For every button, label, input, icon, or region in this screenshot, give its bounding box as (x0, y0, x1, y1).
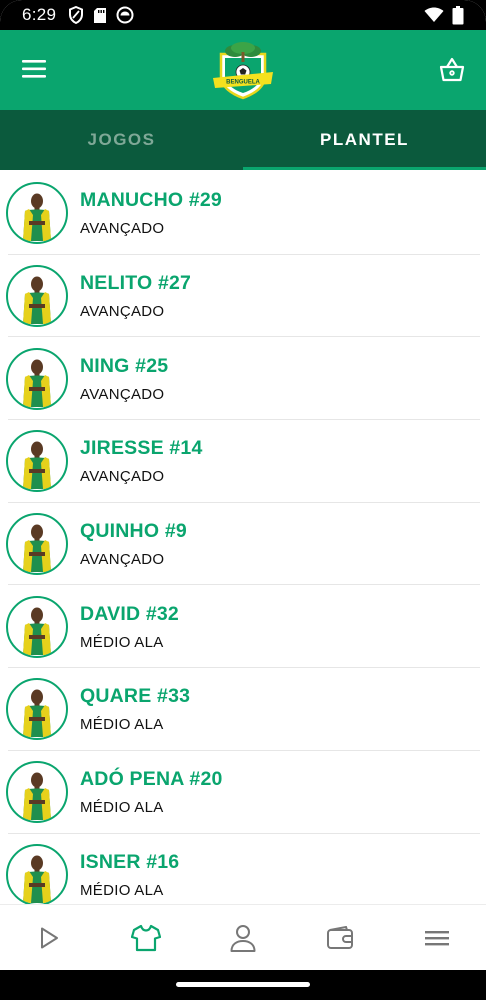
player-position: AVANÇADO (80, 303, 165, 321)
player-photo-icon (23, 689, 51, 738)
player-row[interactable]: NELITO #27 AVANÇADO (0, 255, 486, 338)
player-position: MÉDIO ALA (80, 716, 164, 734)
player-avatar (6, 182, 68, 245)
player-name: MANUCHO #29 (80, 189, 222, 212)
player-position: MÉDIO ALA (80, 881, 164, 899)
club-logo[interactable]: BENGUELA (211, 42, 275, 100)
shirt-icon (130, 924, 161, 951)
player-row[interactable]: MANUCHO #29 AVANÇADO (0, 172, 486, 255)
status-bar: 6:29 (0, 0, 486, 30)
bottom-nav (0, 904, 486, 970)
player-photo-icon (23, 524, 51, 573)
player-row[interactable]: ADÓ PENA #20 MÉDIO ALA (0, 751, 486, 834)
basket-icon[interactable] (438, 56, 466, 84)
player-photo-icon (23, 441, 51, 490)
player-position: AVANÇADO (80, 468, 165, 486)
player-avatar (6, 761, 68, 824)
player-photo-icon (23, 607, 51, 655)
player-photo-icon (23, 855, 51, 903)
shield-icon (69, 6, 84, 24)
player-name: JIRESSE #14 (80, 437, 203, 460)
nav-profile[interactable] (194, 905, 291, 970)
player-position: MÉDIO ALA (80, 799, 164, 817)
player-position: MÉDIO ALA (80, 633, 164, 651)
player-name: NING #25 (80, 354, 169, 377)
player-avatar (6, 347, 68, 410)
wifi-icon (424, 7, 444, 22)
player-photo-icon (23, 772, 51, 821)
player-avatar (6, 678, 68, 741)
wallet-icon (327, 925, 354, 949)
player-list[interactable]: MANUCHO #29 AVANÇADO NELITO #27 AVANÇADO (0, 172, 486, 904)
nav-play[interactable] (0, 905, 97, 970)
player-avatar (6, 595, 68, 658)
player-photo-icon (23, 193, 51, 242)
tab-bar: JOGOS PLANTEL (0, 110, 486, 170)
nav-more[interactable] (389, 905, 486, 970)
player-position: AVANÇADO (80, 385, 165, 403)
player-row[interactable]: NING #25 AVANÇADO (0, 337, 486, 420)
player-name: QUINHO #9 (80, 520, 187, 543)
app-screen: 6:29 BENGUELA JOGOS PLANTEL MANUCHO #29 … (0, 0, 486, 1000)
tab-plantel[interactable]: PLANTEL (243, 110, 486, 170)
person-icon (230, 924, 256, 952)
player-row[interactable]: ISNER #16 MÉDIO ALA (0, 834, 486, 904)
player-avatar (6, 430, 68, 493)
gesture-area (0, 970, 486, 1000)
player-position: AVANÇADO (80, 551, 165, 569)
status-time: 6:29 (22, 5, 57, 24)
nav-plantel[interactable] (97, 905, 194, 970)
play-icon (40, 927, 58, 948)
player-position: AVANÇADO (80, 220, 165, 238)
hamburger-menu-icon[interactable] (22, 58, 48, 80)
player-name: DAVID #32 (80, 602, 179, 625)
player-name: NELITO #27 (80, 272, 192, 295)
app-notification-icon (116, 6, 134, 24)
player-row[interactable]: QUARE #33 MÉDIO ALA (0, 668, 486, 751)
menu-icon (425, 930, 450, 945)
nav-wallet[interactable] (292, 905, 389, 970)
logo-text: BENGUELA (226, 80, 260, 86)
player-name: QUARE #33 (80, 685, 191, 708)
app-bar: BENGUELA (0, 30, 486, 110)
player-row[interactable]: QUINHO #9 AVANÇADO (0, 503, 486, 586)
player-photo-icon (23, 359, 51, 407)
player-avatar (6, 513, 68, 576)
player-avatar (6, 843, 68, 904)
player-row[interactable]: JIRESSE #14 AVANÇADO (0, 420, 486, 503)
player-photo-icon (23, 276, 51, 325)
player-row[interactable]: DAVID #32 MÉDIO ALA (0, 585, 486, 668)
player-avatar (6, 265, 68, 328)
home-gesture-bar[interactable] (176, 982, 310, 987)
player-name: ADÓ PENA #20 (80, 768, 223, 791)
tab-jogos[interactable]: JOGOS (0, 110, 243, 170)
sd-card-icon (94, 7, 107, 23)
player-name: ISNER #16 (80, 850, 180, 873)
battery-icon (452, 5, 464, 24)
